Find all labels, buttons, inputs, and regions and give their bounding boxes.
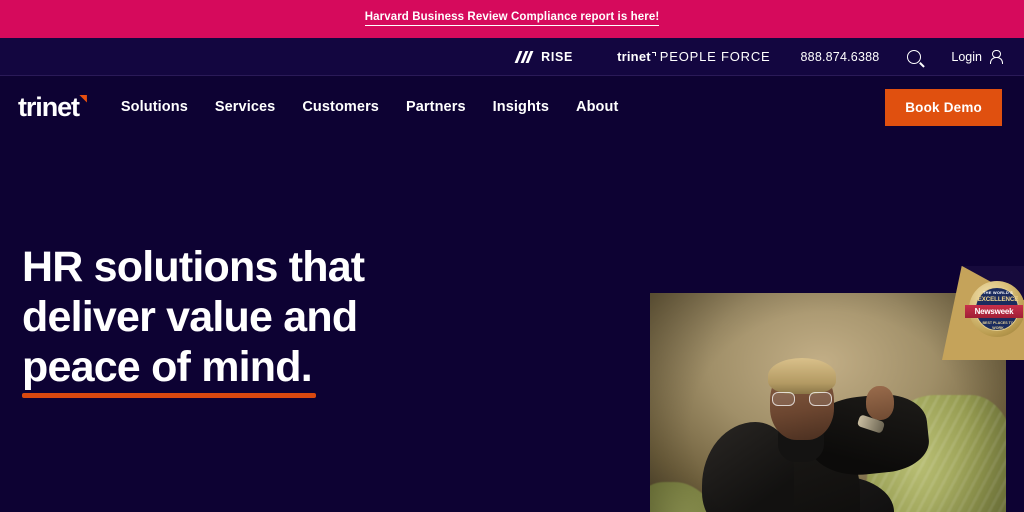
- badge-bottom-text: BEST PLACES TO WORK: [982, 321, 1014, 330]
- person-figure: [686, 352, 936, 512]
- hero-headline-line-2: deliver value and: [22, 292, 358, 341]
- hero-headline: HR solutions that deliver value and peac…: [22, 243, 462, 398]
- announcement-link[interactable]: Harvard Business Review Compliance repor…: [364, 11, 660, 27]
- badge-top-text: THE WORLD'S: [982, 290, 1014, 295]
- nav-item-customers[interactable]: Customers: [302, 99, 379, 115]
- logo-flag-icon: [78, 94, 87, 103]
- trinet-tick-icon: [651, 52, 656, 56]
- hero-headline-line-1: HR solutions that: [22, 243, 365, 291]
- people-force-product: PEOPLE FORCE: [659, 49, 771, 64]
- people-force-brand: trinet: [617, 49, 651, 64]
- badge-ribbon: Newsweek: [965, 305, 1023, 318]
- person-hand: [866, 386, 894, 420]
- hero-section: HR solutions that deliver value and peac…: [0, 138, 1024, 512]
- utility-bar: RISE trinet PEOPLE FORCE 888.874.6388 Log…: [0, 38, 1024, 76]
- nav-item-partners[interactable]: Partners: [406, 99, 466, 115]
- award-badge: THE WORLD'S EXCELLENCE Newsweek BEST PLA…: [965, 279, 1023, 341]
- people-force-link[interactable]: trinet PEOPLE FORCE: [617, 49, 770, 64]
- search-button[interactable]: [907, 49, 922, 64]
- login-label: Login: [951, 49, 982, 64]
- person-hair: [768, 358, 836, 394]
- nav-links: Solutions Services Customers Partners In…: [121, 99, 618, 115]
- main-navigation: trinet Solutions Services Customers Part…: [0, 76, 1024, 138]
- slashes-icon: [514, 50, 534, 63]
- hero-copy: HR solutions that deliver value and peac…: [22, 243, 462, 398]
- login-link[interactable]: Login: [951, 49, 1004, 64]
- book-demo-button[interactable]: Book Demo: [885, 88, 1002, 126]
- logo-text: trinet: [18, 91, 80, 122]
- nav-item-about[interactable]: About: [576, 99, 618, 115]
- badge-ribbon-label: Newsweek: [974, 307, 1014, 316]
- badge-headline: EXCELLENCE: [977, 296, 1019, 303]
- person-glasses: [772, 392, 832, 406]
- phone-link[interactable]: 888.874.6388: [801, 50, 880, 64]
- nav-item-insights[interactable]: Insights: [493, 99, 549, 115]
- nav-item-solutions[interactable]: Solutions: [121, 99, 188, 115]
- people-force-wordmark: trinet PEOPLE FORCE: [617, 49, 770, 64]
- search-icon: [907, 49, 922, 64]
- trinet-logo[interactable]: trinet: [18, 91, 89, 122]
- rise-label: RISE: [541, 49, 574, 64]
- nav-item-services[interactable]: Services: [215, 99, 275, 115]
- hero-headline-line-3: peace of mind.: [22, 342, 316, 398]
- person-icon: [989, 49, 1004, 64]
- announcement-banner: Harvard Business Review Compliance repor…: [0, 0, 1024, 38]
- rise-link[interactable]: RISE: [514, 49, 574, 64]
